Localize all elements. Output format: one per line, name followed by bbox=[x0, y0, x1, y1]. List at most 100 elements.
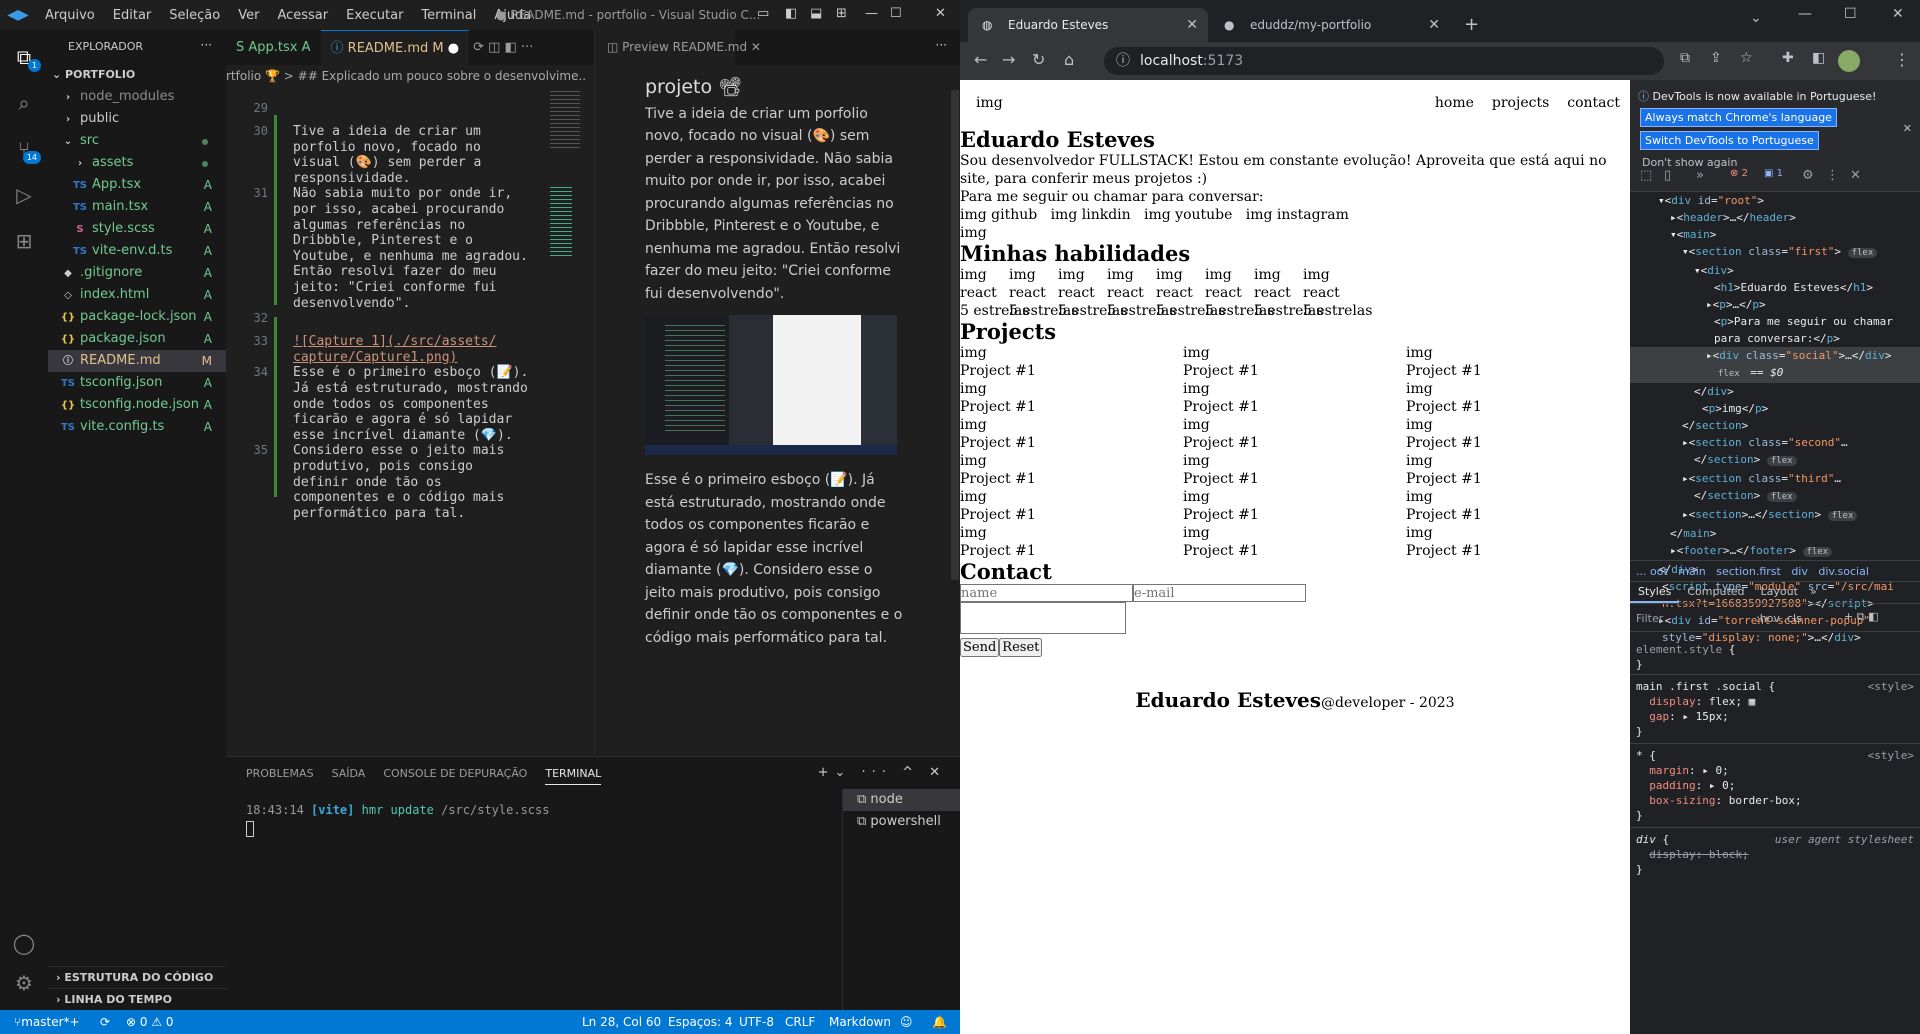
tab-computed[interactable]: Computed bbox=[1679, 580, 1752, 603]
tree-item[interactable]: ◇ index.html A bbox=[48, 284, 226, 306]
preview-scrollbar[interactable] bbox=[951, 90, 959, 580]
nav-home[interactable]: home bbox=[1435, 94, 1474, 112]
menu-item[interactable]: Acessar bbox=[268, 8, 337, 23]
chrome-menu-icon[interactable]: ⋮ bbox=[1894, 50, 1910, 69]
tab-styles[interactable]: Styles bbox=[1630, 580, 1680, 603]
panel-tab[interactable]: CONSOLE DE DEPURAÇÃO bbox=[383, 767, 527, 785]
profile-avatar[interactable] bbox=[1838, 50, 1860, 72]
menu-item[interactable]: Editar bbox=[104, 8, 161, 23]
tree-item[interactable]: TS vite.config.ts A bbox=[48, 416, 226, 438]
branch-status[interactable]: ⑂ master*+ bbox=[14, 1010, 80, 1034]
hov-cls-toggles[interactable]: :hov .cls bbox=[1756, 612, 1802, 625]
panel-tab[interactable]: SAÍDA bbox=[332, 767, 366, 785]
styles-filter-input[interactable]: Filter bbox=[1636, 612, 1663, 625]
side-panel-icon[interactable]: ◧ bbox=[1812, 50, 1825, 66]
minimize-button[interactable]: — bbox=[865, 6, 878, 21]
settings-gear-icon[interactable]: ⚙ bbox=[11, 970, 37, 996]
tab-github-repo[interactable]: ● eduddz/my-portfolio ✕ bbox=[1210, 8, 1450, 42]
tab-readme[interactable]: ⓘ README.md M ● bbox=[320, 30, 470, 65]
project-card[interactable]: img Project #1 bbox=[960, 452, 1183, 488]
menu-item[interactable]: Arquivo bbox=[36, 8, 104, 23]
tree-item[interactable]: {} package-lock.json A bbox=[48, 306, 226, 328]
project-card[interactable]: img Project #1 bbox=[960, 416, 1183, 452]
project-card[interactable]: img Project #1 bbox=[1406, 452, 1629, 488]
project-card[interactable]: img Project #1 bbox=[1406, 416, 1629, 452]
maximize-button[interactable]: ☐ bbox=[1844, 6, 1857, 22]
devtools-close-icon[interactable]: ✕ bbox=[1850, 168, 1861, 183]
reset-button[interactable]: Reset bbox=[999, 638, 1043, 657]
social-links[interactable]: img github img linkdin img youtube img i… bbox=[960, 206, 1620, 224]
project-root[interactable]: ⌄ PORTFOLIO bbox=[48, 64, 226, 86]
layout-custom-icon[interactable]: ⊞ bbox=[836, 6, 847, 21]
elements-tree[interactable]: ▾<div id="root"> ▸<header>…</header> ▾<m… bbox=[1630, 192, 1920, 644]
tree-item[interactable]: › assets bbox=[48, 152, 226, 174]
inspect-icon[interactable]: ⬚ bbox=[1640, 168, 1652, 183]
cursor-position[interactable]: Ln 28, Col 60 bbox=[582, 1010, 661, 1034]
tree-item[interactable]: TS tsconfig.json A bbox=[48, 372, 226, 394]
close-banner-icon[interactable]: ✕ bbox=[1903, 122, 1912, 135]
switch-language-button[interactable]: Switch DevTools to Portuguese bbox=[1630, 131, 1819, 150]
maximize-button[interactable]: ☐ bbox=[890, 6, 902, 21]
project-card[interactable]: img Project #1 bbox=[1406, 380, 1629, 416]
tree-item[interactable]: ◆ .gitignore A bbox=[48, 262, 226, 284]
timeline-section[interactable]: › LINHA DO TEMPO bbox=[48, 988, 226, 1010]
project-card[interactable]: img Project #1 bbox=[1183, 524, 1406, 560]
layout-icon[interactable]: ▭ bbox=[757, 6, 769, 21]
account-icon[interactable]: ◯ bbox=[11, 930, 37, 956]
device-toolbar-icon[interactable]: ▯ bbox=[1664, 168, 1671, 183]
project-card[interactable]: img Project #1 bbox=[1183, 416, 1406, 452]
bookmark-star-icon[interactable]: ☆ bbox=[1740, 50, 1753, 66]
more-actions-icon[interactable]: ··· bbox=[201, 38, 212, 52]
back-button[interactable]: ← bbox=[974, 50, 987, 69]
search-icon[interactable]: ⌕ bbox=[11, 90, 37, 116]
project-card[interactable]: img Project #1 bbox=[1406, 488, 1629, 524]
panel-actions[interactable]: +⌄ ··· ^ ✕ bbox=[818, 765, 946, 780]
project-card[interactable]: img Project #1 bbox=[1406, 344, 1629, 380]
reload-button[interactable]: ↻ bbox=[1032, 50, 1045, 69]
project-card[interactable]: img Project #1 bbox=[1406, 524, 1629, 560]
project-card[interactable]: img Project #1 bbox=[1183, 344, 1406, 380]
send-button[interactable]: Send bbox=[960, 638, 1000, 657]
explorer-icon[interactable]: ⧉ 1 bbox=[11, 44, 41, 72]
new-tab-button[interactable]: + bbox=[1464, 14, 1479, 35]
new-rule-icon[interactable]: + ⧉ ◧ bbox=[1844, 610, 1878, 624]
sync-icon[interactable]: ⟳ bbox=[100, 1010, 110, 1034]
project-card[interactable]: img Project #1 bbox=[960, 524, 1183, 560]
layout-sidebar-icon[interactable]: ◧ bbox=[785, 6, 797, 21]
extensions-icon[interactable]: ✚ bbox=[1782, 50, 1794, 66]
project-card[interactable]: img Project #1 bbox=[960, 488, 1183, 524]
encoding-status[interactable]: UTF-8 bbox=[739, 1010, 774, 1034]
tree-item[interactable]: Sstyle.scss A bbox=[48, 218, 226, 240]
tree-item[interactable]: TS App.tsx A bbox=[48, 174, 226, 196]
panel-tab[interactable]: PROBLEMAS bbox=[246, 767, 314, 785]
devtools-settings-icon[interactable]: ⚙ bbox=[1802, 168, 1814, 183]
tab-preview-readme[interactable]: ◫ Preview README.md ✕ bbox=[595, 30, 761, 65]
project-card[interactable]: img Project #1 bbox=[1183, 380, 1406, 416]
tab-app-tsx[interactable]: S App.tsx A bbox=[226, 30, 321, 65]
nav-contact[interactable]: contact bbox=[1567, 94, 1620, 112]
tree-item[interactable]: {} tsconfig.node.json A bbox=[48, 394, 226, 416]
language-status[interactable]: Markdown bbox=[829, 1010, 891, 1034]
layout-panel-icon[interactable]: ⬓ bbox=[810, 6, 822, 21]
feedback-icon[interactable]: ☺ bbox=[900, 1010, 913, 1034]
menu-item[interactable]: Seleção bbox=[160, 8, 229, 23]
message-textarea[interactable] bbox=[960, 602, 1126, 634]
eol-status[interactable]: CRLF bbox=[785, 1010, 815, 1034]
terminal-item-node[interactable]: ⧉ node bbox=[843, 789, 960, 811]
close-button[interactable]: ✕ bbox=[1892, 6, 1904, 22]
dom-breadcrumb[interactable]: ... oot main section.first div div.socia… bbox=[1630, 560, 1920, 582]
more-tabs-icon[interactable]: » bbox=[1696, 168, 1704, 183]
menu-item[interactable]: Terminal bbox=[412, 8, 485, 23]
tree-item[interactable]: ⓘ README.md M bbox=[48, 350, 226, 372]
tree-item[interactable]: {} package.json A bbox=[48, 328, 226, 350]
menu-item[interactable]: Executar bbox=[337, 8, 412, 23]
extensions-icon[interactable]: ⊞ bbox=[11, 228, 37, 254]
minimize-button[interactable]: — bbox=[1798, 6, 1812, 22]
project-card[interactable]: img Project #1 bbox=[1183, 488, 1406, 524]
forward-button[interactable]: → bbox=[1002, 50, 1015, 69]
tab-search-icon[interactable]: ⌄ bbox=[1750, 10, 1762, 26]
devtools-menu-icon[interactable]: ⋮ bbox=[1826, 168, 1839, 183]
address-bar[interactable]: ⓘ localhost:5173 bbox=[1104, 47, 1664, 75]
match-language-button[interactable]: Always match Chrome's language bbox=[1630, 108, 1837, 127]
source-control-icon[interactable]: ⑂ 14 bbox=[11, 136, 41, 164]
